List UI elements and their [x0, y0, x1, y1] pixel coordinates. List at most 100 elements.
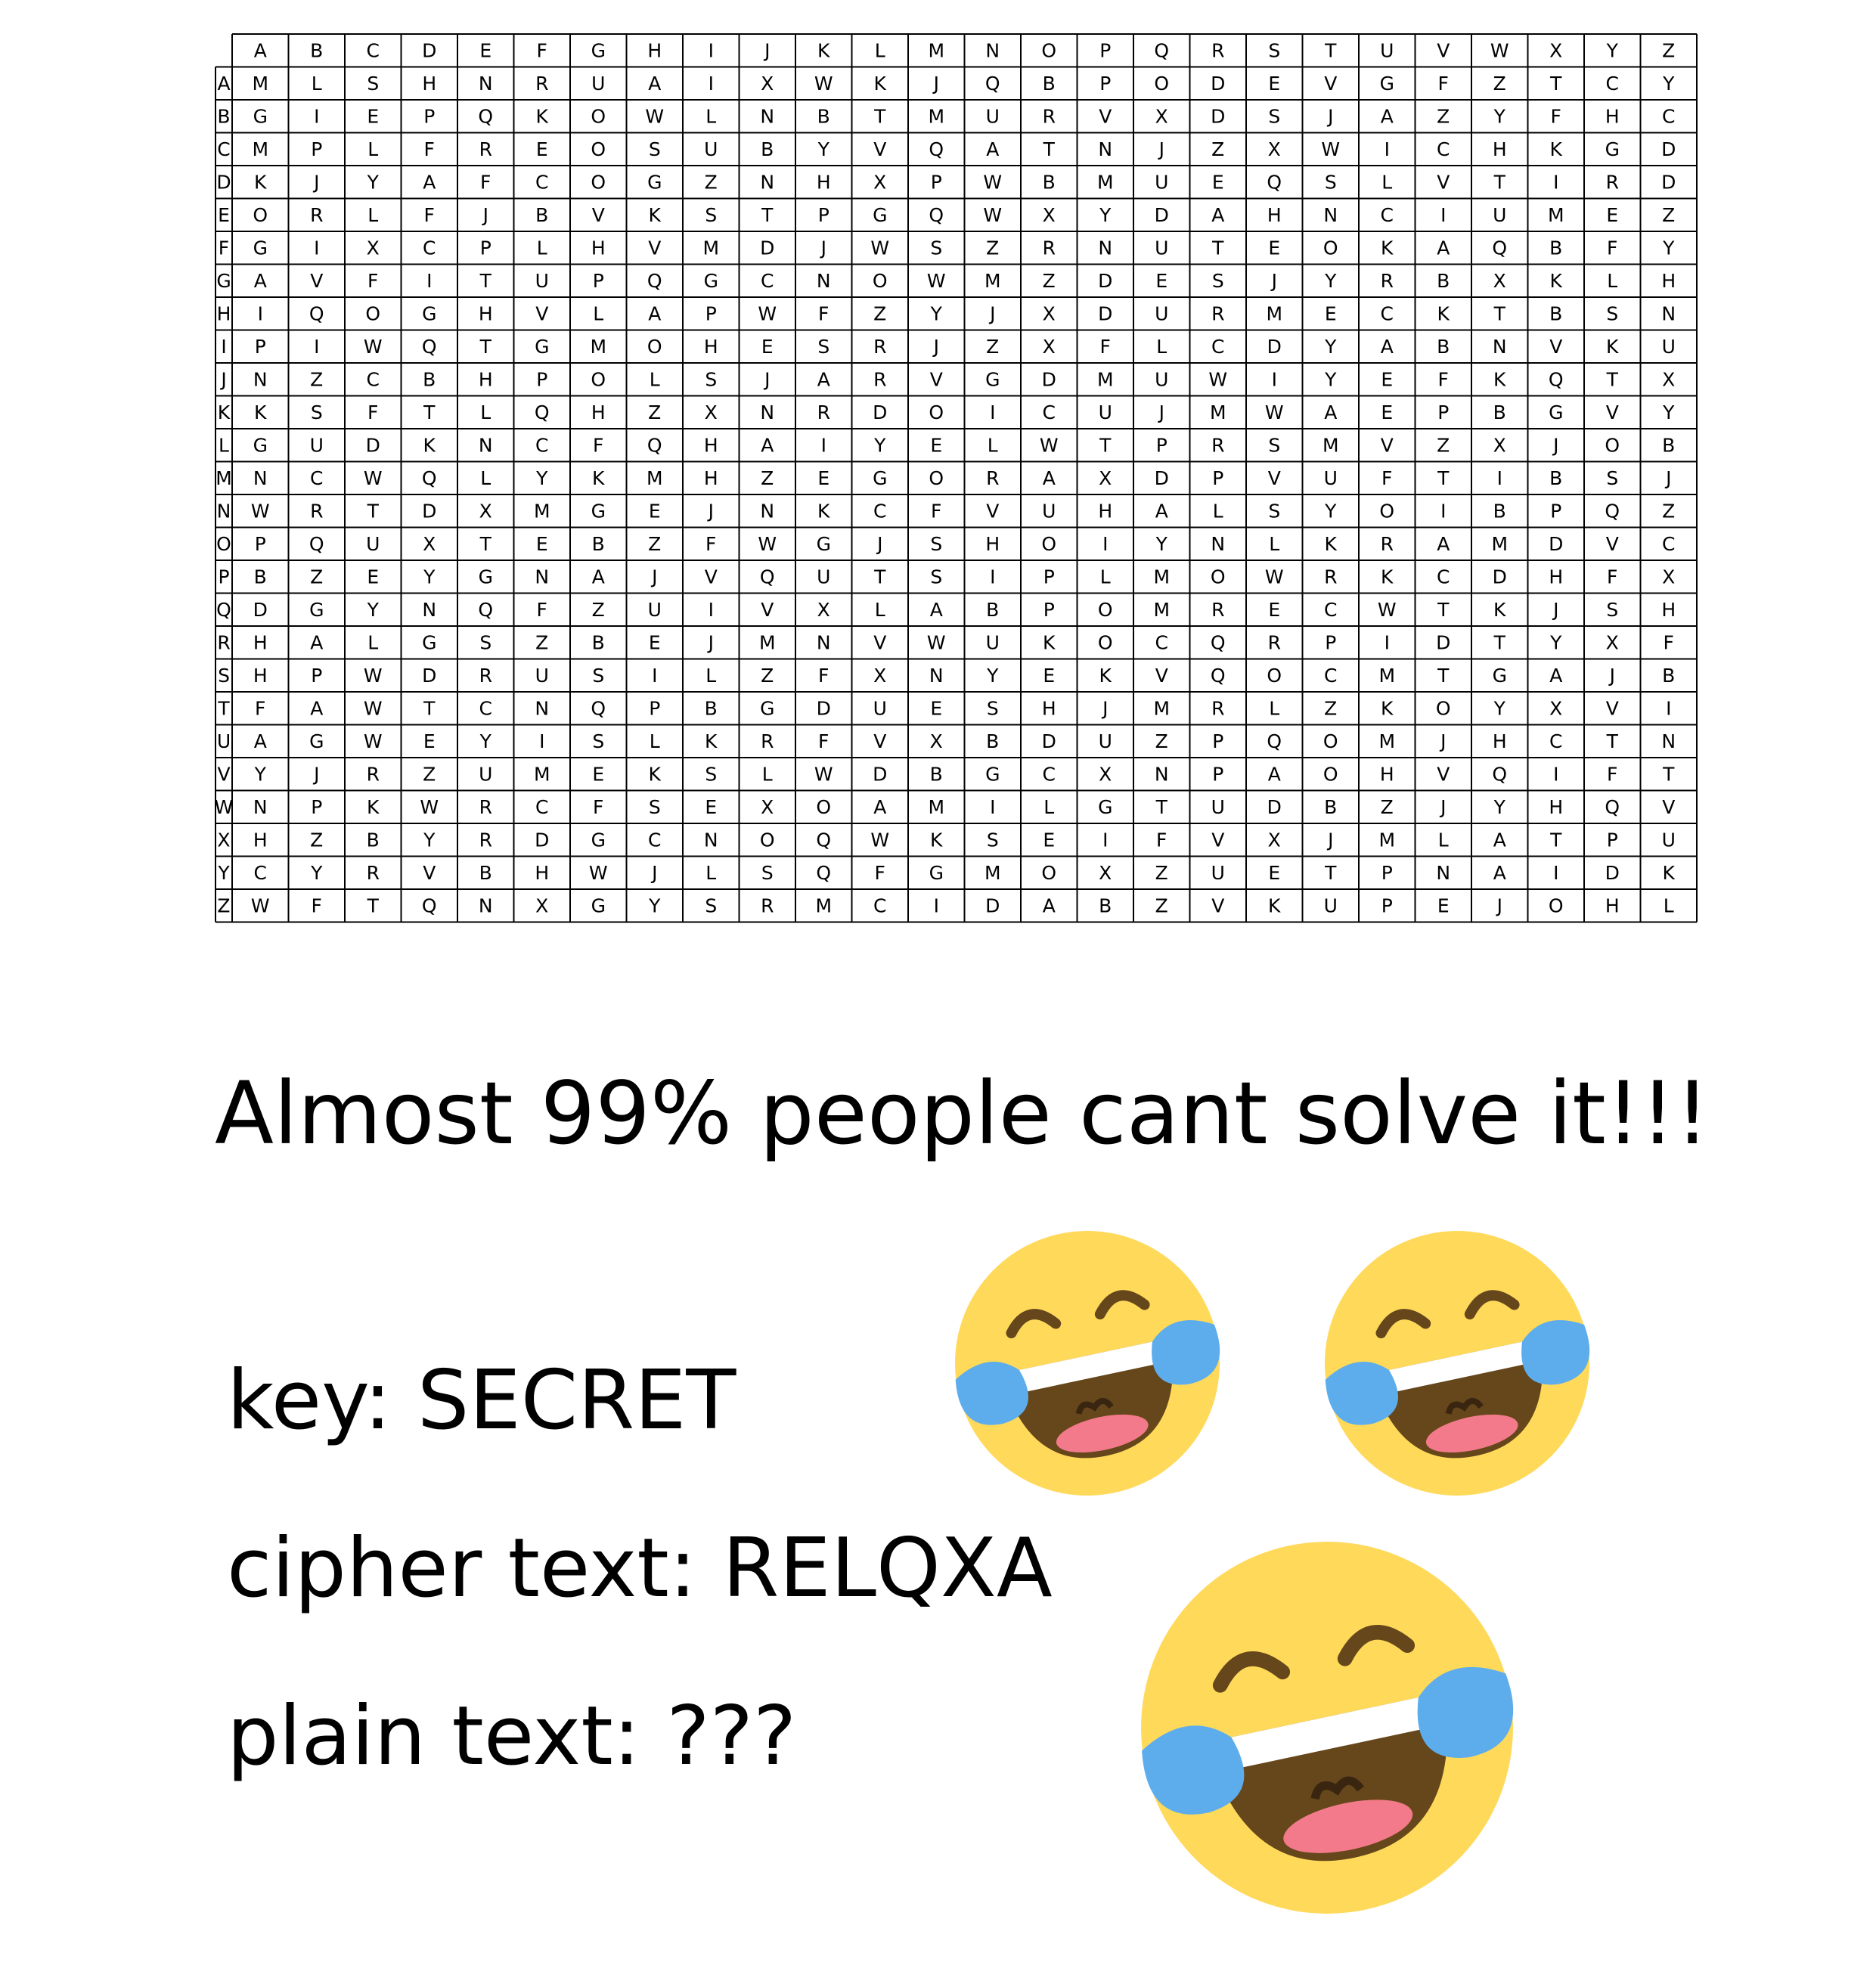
grid-cell: Z — [1155, 862, 1168, 884]
grid-cell: A — [1324, 401, 1337, 423]
grid-cell: V — [1381, 434, 1394, 456]
grid-cell: K — [254, 171, 267, 193]
grid-cell: J — [1158, 401, 1164, 423]
grid-cell: F — [367, 401, 378, 423]
grid-cell: A — [1549, 665, 1562, 687]
grid-cell: G — [591, 894, 606, 916]
grid-cell: H — [704, 467, 718, 489]
grid-cell: P — [311, 138, 322, 160]
grid-cell: Z — [310, 566, 323, 587]
grid-cell: B — [479, 862, 492, 884]
grid-cell: A — [873, 796, 886, 818]
grid-cell: F — [537, 599, 547, 621]
grid-cell: K — [874, 73, 887, 95]
row-header: H — [217, 302, 231, 324]
grid-cell: V — [873, 631, 886, 653]
grid-cell: R — [535, 73, 548, 95]
grid-cell: Y — [1493, 796, 1506, 818]
grid-cell: P — [255, 533, 266, 555]
grid-cell: I — [709, 599, 714, 621]
grid-cell: X — [873, 171, 886, 193]
grid-cell: K — [1606, 336, 1619, 358]
grid-cell: E — [1268, 237, 1280, 259]
grid-cell: G — [591, 829, 606, 851]
grid-cell: F — [818, 730, 829, 752]
grid-cell: X — [761, 796, 774, 818]
grid-cell: G — [535, 336, 549, 358]
grid-cell: H — [591, 401, 606, 423]
grid-cell: J — [932, 73, 939, 95]
grid-cell: B — [1549, 237, 1562, 259]
grid-cell: Q — [478, 599, 493, 621]
grid-cell: M — [1153, 599, 1170, 621]
grid-cell: U — [1155, 302, 1168, 324]
grid-cell: M — [1210, 401, 1226, 423]
grid-cell: I — [1497, 467, 1502, 489]
grid-cell: M — [928, 105, 944, 127]
grid-cell: Y — [930, 302, 943, 324]
grid-cell: X — [1662, 566, 1675, 587]
grid-cell: A — [930, 599, 943, 621]
column-header: D — [422, 39, 436, 61]
grid-cell: N — [1661, 302, 1676, 324]
grid-cell: V — [1549, 336, 1562, 358]
grid-cell: C — [479, 697, 492, 719]
grid-cell: I — [314, 105, 319, 127]
grid-cell: S — [1606, 467, 1618, 489]
grid-cell: B — [1324, 796, 1337, 818]
grid-cell: R — [310, 500, 323, 522]
grid-cell: O — [929, 467, 944, 489]
grid-cell: T — [1493, 631, 1506, 653]
grid-cell: G — [479, 566, 493, 587]
column-header: X — [1549, 39, 1562, 61]
grid-cell: H — [1549, 566, 1563, 587]
grid-cell: G — [1098, 796, 1112, 818]
row-header: Q — [216, 599, 231, 621]
grid-cell: C — [1437, 566, 1450, 587]
grid-cell: H — [704, 434, 718, 456]
grid-cell: J — [650, 566, 657, 587]
grid-cell: W — [589, 862, 608, 884]
grid-cell: O — [1323, 237, 1338, 259]
row-header: W — [215, 796, 234, 818]
grid-cell: D — [422, 665, 436, 687]
grid-cell: B — [1662, 665, 1675, 687]
grid-cell: M — [1378, 730, 1395, 752]
grid-cell: H — [1605, 105, 1620, 127]
grid-cell: Q — [1605, 796, 1620, 818]
grid-cell: K — [592, 467, 605, 489]
grid-cell: B — [423, 368, 436, 390]
grid-cell: I — [934, 894, 939, 916]
grid-cell: K — [930, 829, 943, 851]
grid-cell: Z — [873, 302, 886, 324]
grid-cell: V — [761, 599, 774, 621]
grid-cell: Y — [1324, 368, 1337, 390]
grid-cell: C — [254, 862, 267, 884]
grid-cell: G — [309, 730, 324, 752]
grid-cell: V — [592, 204, 605, 226]
grid-cell: E — [1606, 204, 1618, 226]
grid-cell: B — [705, 697, 718, 719]
grid-cell: E — [423, 730, 436, 752]
grid-cell: V — [648, 237, 661, 259]
grid-cell: H — [422, 73, 436, 95]
grid-cell: T — [1606, 368, 1619, 390]
grid-cell: P — [1437, 401, 1449, 423]
grid-cell: Y — [1493, 105, 1506, 127]
grid-cell: I — [314, 336, 319, 358]
grid-cell: C — [1324, 599, 1337, 621]
grid-cell: E — [367, 566, 379, 587]
grid-cell: L — [1381, 171, 1392, 193]
grid-cell: G — [1605, 138, 1620, 160]
grid-cell: W — [870, 237, 889, 259]
grid-cell: S — [1325, 171, 1337, 193]
grid-cell: A — [423, 171, 436, 193]
grid-cell: K — [649, 204, 662, 226]
grid-cell: E — [1381, 401, 1393, 423]
grid-cell: I — [314, 237, 319, 259]
grid-cell: W — [814, 763, 833, 785]
grid-cell: Y — [1662, 237, 1675, 259]
grid-cell: H — [253, 829, 268, 851]
grid-cell: N — [760, 401, 774, 423]
grid-cell: B — [592, 631, 605, 653]
